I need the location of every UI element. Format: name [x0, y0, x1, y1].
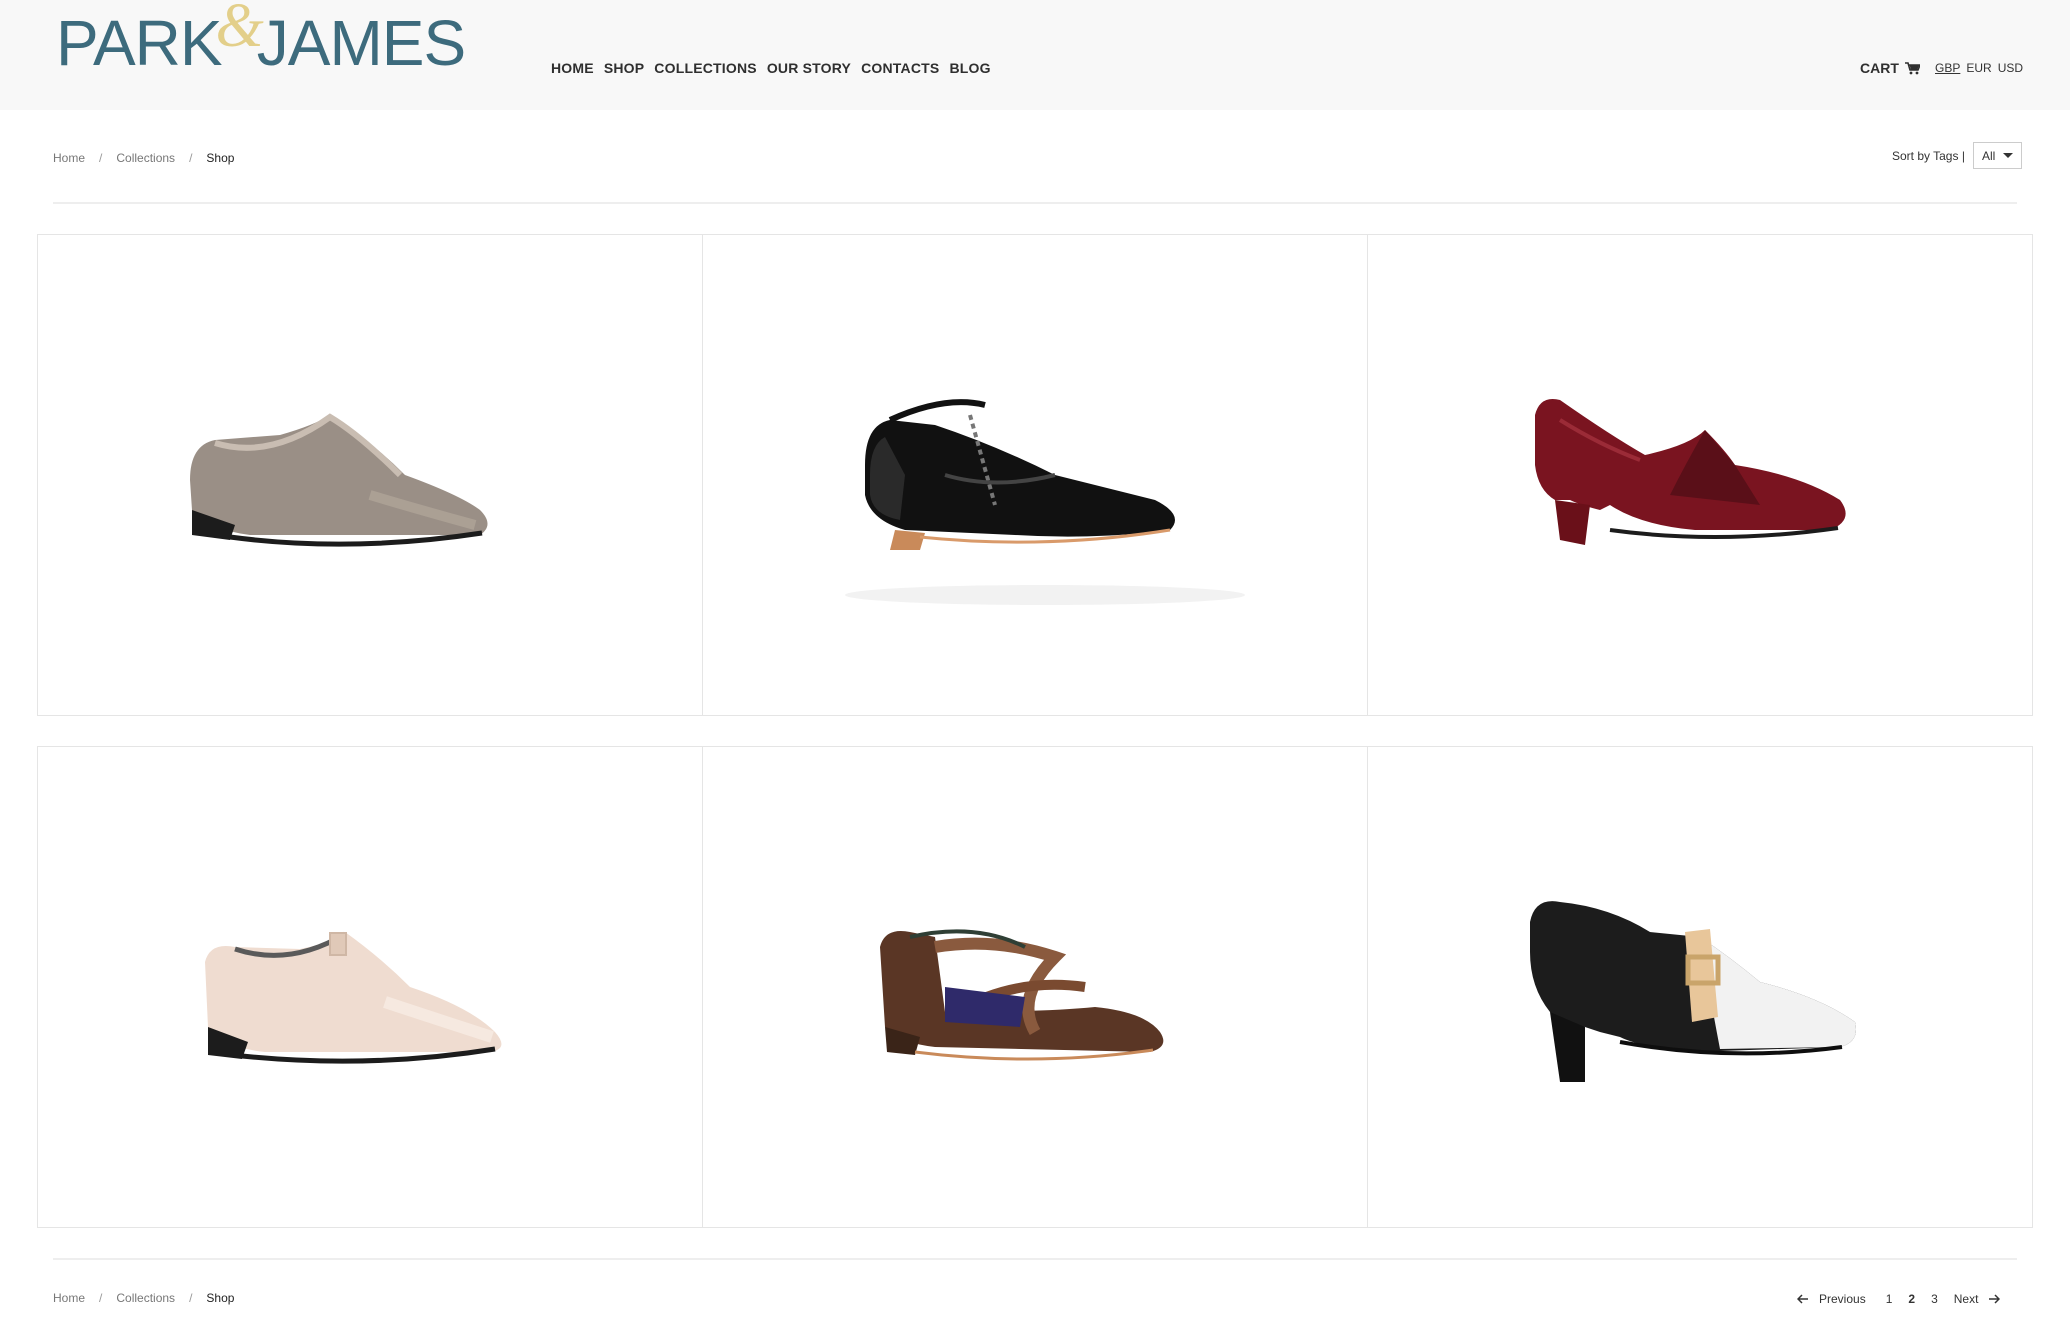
breadcrumb-bottom: Home / Collections / Shop [53, 1291, 234, 1305]
arrow-left-icon[interactable] [1797, 1294, 1809, 1304]
product-image [1530, 901, 1856, 1082]
breadcrumb-collections[interactable]: Collections [116, 151, 175, 165]
product-image [880, 929, 1164, 1061]
product-card[interactable] [38, 235, 703, 715]
site-header: PARK & JAMES HOME SHOP COLLECTIONS OUR S… [0, 0, 2070, 110]
cart-label: CART [1860, 60, 1899, 76]
product-card[interactable] [703, 235, 1368, 715]
breadcrumb-separator: / [189, 1291, 193, 1305]
page-link-2[interactable]: 2 [1908, 1292, 1915, 1306]
breadcrumb-collections[interactable]: Collections [116, 1291, 175, 1305]
nav-shop[interactable]: SHOP [604, 60, 644, 76]
nav-blog[interactable]: BLOG [949, 60, 990, 76]
cart-link[interactable]: CART [1860, 60, 1920, 76]
nav-home[interactable]: HOME [551, 60, 594, 76]
nav-our-story[interactable]: OUR STORY [767, 60, 851, 76]
chevron-down-icon [2002, 153, 2013, 158]
product-image [1535, 399, 1846, 545]
product-row [37, 234, 2033, 716]
product-image [845, 399, 1245, 605]
pagination: Previous 1 2 3 Next [1797, 1292, 2001, 1306]
product-row [37, 746, 2033, 1228]
main-nav: HOME SHOP COLLECTIONS OUR STORY CONTACTS… [551, 60, 991, 76]
currency-gbp[interactable]: GBP [1935, 61, 1960, 75]
breadcrumb-separator: / [189, 151, 193, 165]
product-image [190, 413, 488, 547]
sort-select[interactable]: All [1972, 142, 2022, 169]
page-link-1[interactable]: 1 [1886, 1292, 1893, 1306]
next-page-link[interactable]: Next [1954, 1292, 1979, 1306]
product-card[interactable] [703, 747, 1368, 1227]
divider [53, 1258, 2017, 1260]
arrow-right-icon[interactable] [1988, 1294, 2001, 1304]
breadcrumb-home[interactable]: Home [53, 1291, 85, 1305]
breadcrumb-separator: / [99, 151, 103, 165]
currency-eur[interactable]: EUR [1966, 61, 1991, 75]
sort-select-value: All [1981, 148, 1996, 163]
product-card[interactable] [38, 747, 703, 1227]
breadcrumb: Home / Collections / Shop [53, 151, 234, 165]
breadcrumb-separator: / [99, 1291, 103, 1305]
breadcrumb-home[interactable]: Home [53, 151, 85, 165]
nav-contacts[interactable]: CONTACTS [861, 60, 939, 76]
divider [53, 202, 2017, 204]
previous-page-link[interactable]: Previous [1819, 1292, 1866, 1306]
nav-collections[interactable]: COLLECTIONS [654, 60, 757, 76]
brand-name-left: PARK [56, 7, 223, 79]
brand-ampersand: & [215, 0, 264, 60]
product-image [205, 931, 502, 1064]
breadcrumb-current: Shop [206, 151, 235, 165]
page-link-3[interactable]: 3 [1931, 1292, 1938, 1306]
breadcrumb-current: Shop [206, 1291, 235, 1305]
product-card[interactable] [1368, 747, 2032, 1227]
product-card[interactable] [1368, 235, 2032, 715]
currency-usd[interactable]: USD [1998, 61, 2023, 75]
cart-icon [1904, 61, 1920, 74]
currency-switcher: GBP EUR USD [1935, 61, 2023, 75]
brand-name-right: JAMES [256, 7, 466, 79]
sort-label: Sort by Tags | [1892, 148, 1965, 163]
sort-control: Sort by Tags | All [1892, 142, 2022, 169]
brand-logo[interactable]: PARK & JAMES [56, 0, 466, 79]
